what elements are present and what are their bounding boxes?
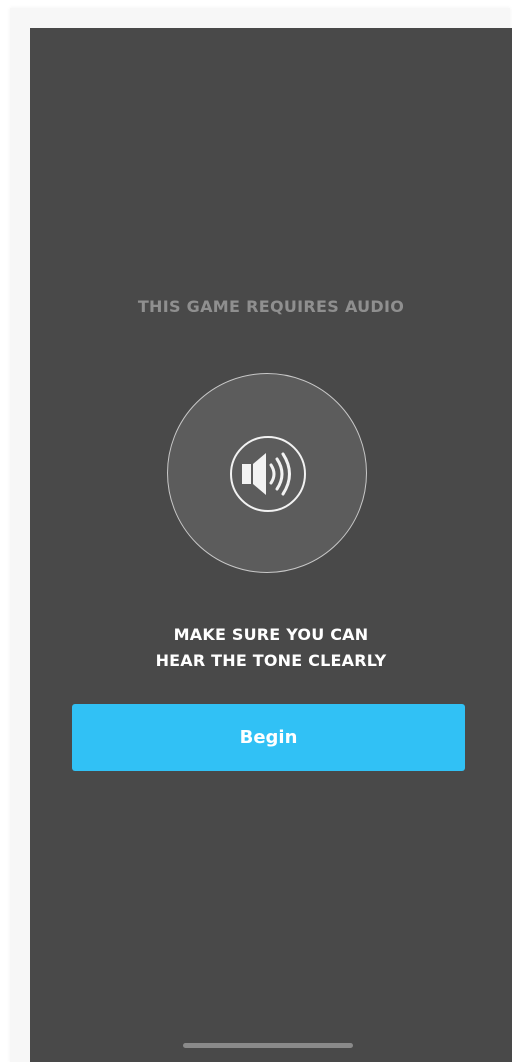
instruction-line-1: MAKE SURE YOU CAN bbox=[173, 625, 369, 644]
audio-required-heading: THIS GAME REQUIRES AUDIO bbox=[137, 297, 405, 316]
audio-check-screen: THIS GAME REQUIRES AUDIO MAKE SURE YOU C… bbox=[30, 28, 512, 1062]
sound-circle bbox=[167, 373, 367, 573]
speaker-icon bbox=[230, 436, 306, 512]
begin-button[interactable]: Begin bbox=[72, 704, 465, 771]
instruction-text: MAKE SURE YOU CAN HEAR THE TONE CLEARLY bbox=[30, 622, 512, 674]
instruction-line-2: HEAR THE TONE CLEARLY bbox=[155, 651, 387, 670]
home-indicator[interactable] bbox=[183, 1043, 353, 1048]
